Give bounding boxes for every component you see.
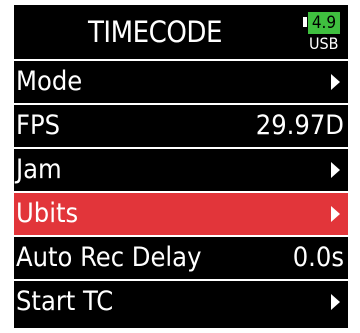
menu-item-ubits[interactable]: Ubits bbox=[14, 191, 348, 235]
arrow-right-icon bbox=[331, 162, 340, 178]
arrow-right-icon bbox=[331, 74, 340, 90]
menu-item-mode[interactable]: Mode bbox=[14, 59, 348, 103]
menu-item-label: Ubits bbox=[16, 198, 79, 229]
timecode-menu: Mode FPS 29.97D Jam Ubits Auto Rec Delay… bbox=[14, 59, 348, 323]
device-screen: TIMECODE 4.9 USB Mode FPS 29.97D Jam Ubi… bbox=[14, 5, 348, 328]
menu-item-label: Jam bbox=[16, 154, 62, 185]
menu-item-start-tc[interactable]: Start TC bbox=[14, 279, 348, 323]
menu-item-jam[interactable]: Jam bbox=[14, 147, 348, 191]
menu-item-label: Auto Rec Delay bbox=[16, 242, 202, 273]
menu-item-auto-rec-delay[interactable]: Auto Rec Delay 0.0s bbox=[14, 235, 348, 279]
power-source-label: USB bbox=[309, 34, 339, 53]
arrow-right-icon bbox=[331, 206, 340, 222]
page-title: TIMECODE bbox=[88, 15, 222, 49]
menu-item-fps[interactable]: FPS 29.97D bbox=[14, 103, 348, 147]
battery-indicator: 4.9 USB bbox=[303, 11, 343, 53]
menu-item-value: 0.0s bbox=[292, 242, 344, 273]
menu-item-label: FPS bbox=[16, 110, 61, 141]
battery-level: 4.9 bbox=[308, 12, 340, 34]
menu-item-label: Mode bbox=[16, 66, 83, 97]
menu-item-label: Start TC bbox=[16, 286, 114, 317]
header: TIMECODE 4.9 USB bbox=[14, 5, 348, 59]
arrow-right-icon bbox=[331, 294, 340, 310]
menu-item-value: 29.97D bbox=[255, 110, 344, 141]
battery-icon bbox=[303, 17, 307, 27]
